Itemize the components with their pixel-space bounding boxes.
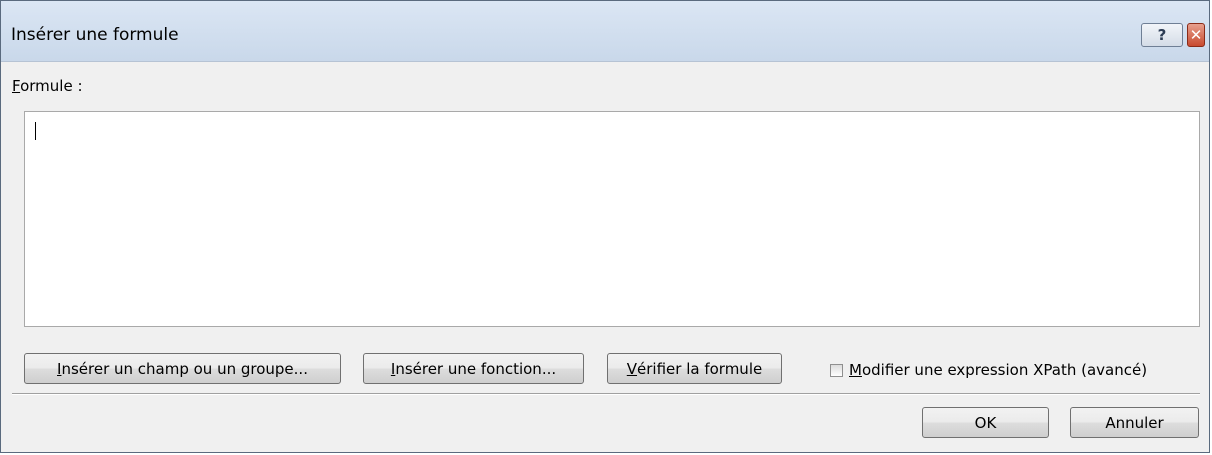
formula-label: Formule :	[12, 77, 83, 95]
formula-label-text: ormule :	[20, 77, 83, 95]
insert-function-label: nsérer une fonction...	[395, 359, 557, 378]
help-button[interactable]: ?	[1141, 23, 1183, 47]
formula-input[interactable]	[24, 111, 1200, 327]
cancel-button[interactable]: Annuler	[1070, 407, 1199, 438]
insert-formula-dialog: Insérer une formule ? ✕ Formule : Insére…	[0, 0, 1210, 453]
xpath-label: odifier une expression XPath (avancé)	[861, 361, 1148, 379]
close-icon: ✕	[1189, 26, 1203, 44]
formula-label-mnemonic: F	[12, 77, 21, 95]
title-bar: Insérer une formule ? ✕	[1, 1, 1209, 62]
text-cursor	[35, 122, 36, 140]
xpath-label-mnemonic: M	[849, 361, 862, 379]
verify-formula-button[interactable]: Vérifier la formule	[607, 353, 782, 384]
verify-formula-mnemonic: V	[626, 359, 638, 378]
xpath-checkbox[interactable]	[830, 363, 843, 377]
insert-function-button[interactable]: Insérer une fonction...	[363, 353, 584, 384]
help-icon: ?	[1157, 26, 1167, 44]
insert-field-label: nsérer un champ ou un groupe...	[61, 359, 308, 378]
close-button[interactable]: ✕	[1187, 23, 1205, 47]
ok-button[interactable]: OK	[922, 407, 1049, 438]
xpath-option[interactable]: Modifier une expression XPath (avancé)	[830, 361, 1147, 379]
separator	[12, 393, 1200, 395]
verify-formula-label: érifier la formule	[637, 359, 763, 378]
insert-field-or-group-button[interactable]: Insérer un champ ou un groupe...	[24, 353, 341, 384]
window-title: Insérer une formule	[11, 25, 179, 45]
